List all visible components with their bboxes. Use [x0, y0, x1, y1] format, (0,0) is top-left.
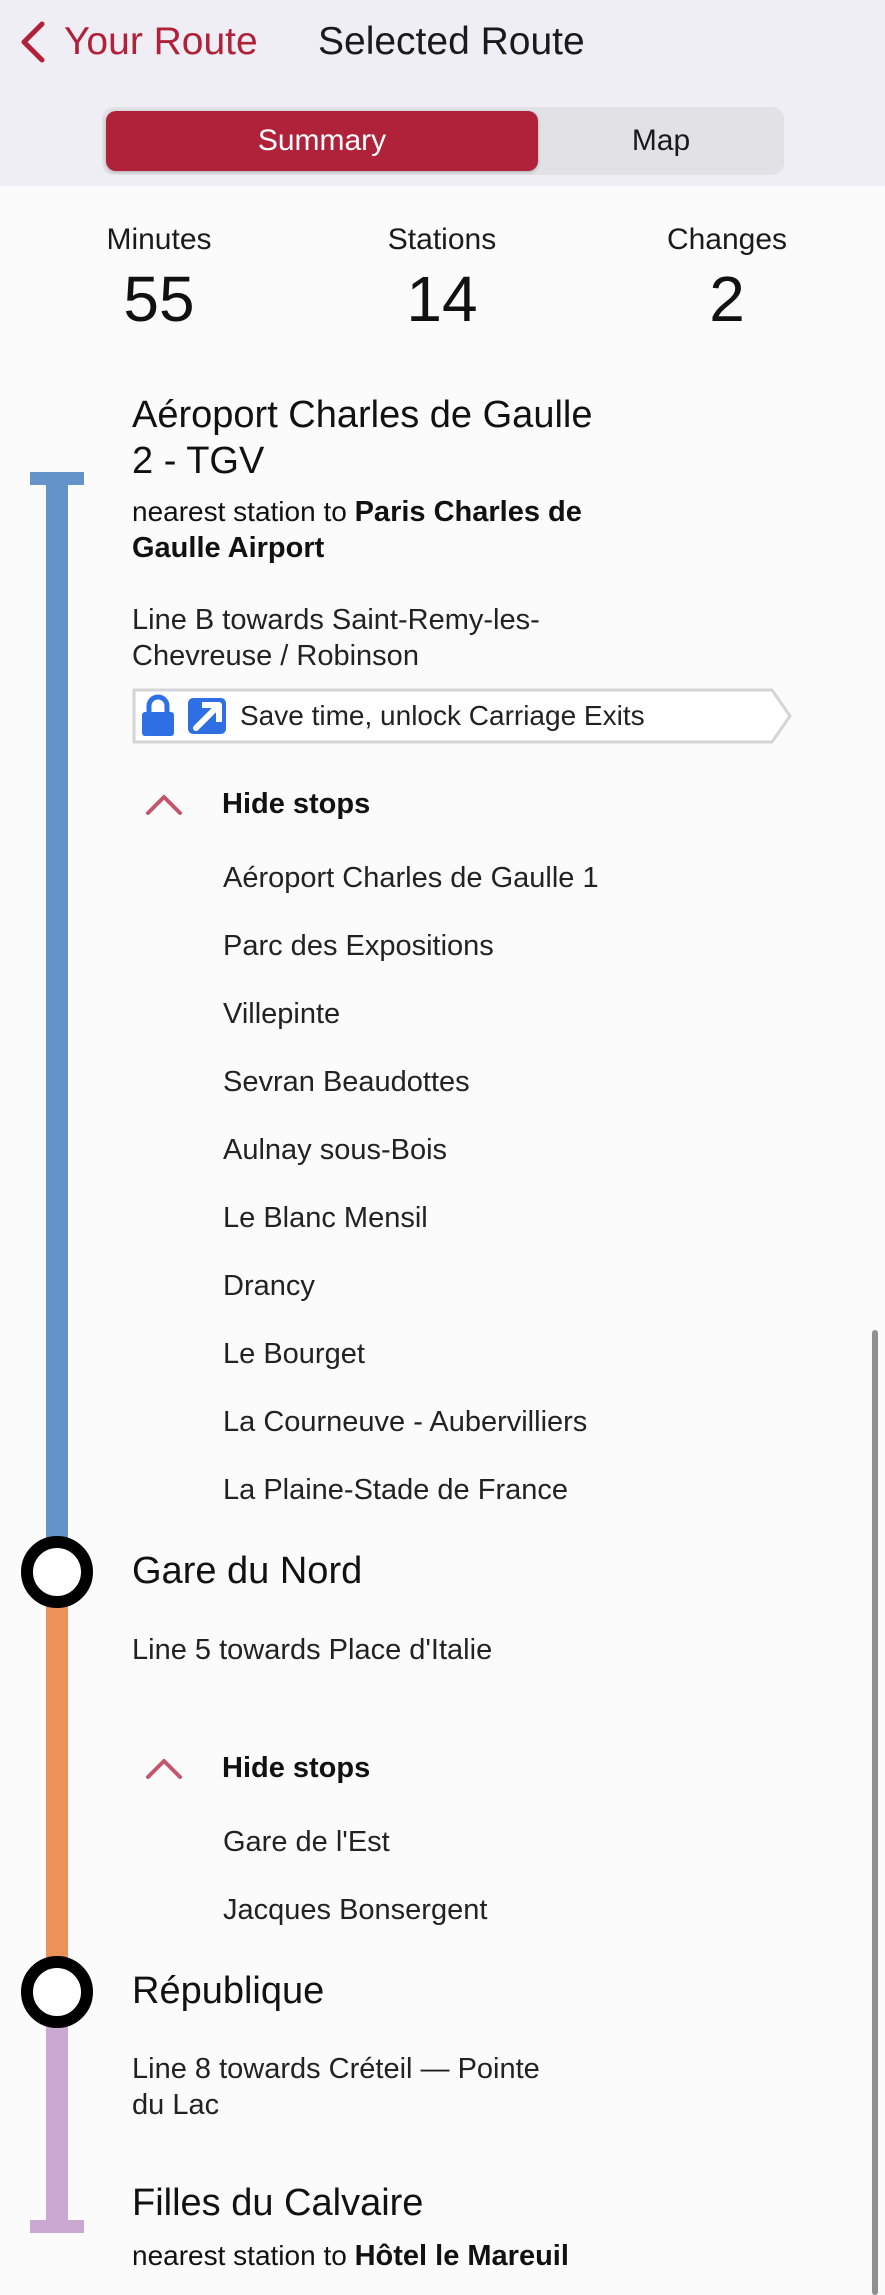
stat-value: 55 — [123, 263, 195, 335]
stat-stations: Stations 14 — [347, 220, 537, 338]
list-item: Parc des Expositions — [223, 930, 494, 962]
origin-nearest: nearest station to Paris Charles de — [132, 494, 582, 530]
stat-label: Minutes — [106, 223, 212, 256]
change-node-republique — [21, 1956, 93, 2028]
origin-line-info-2: Chevreuse / Robinson — [132, 640, 419, 672]
list-item: Villepinte — [223, 998, 341, 1030]
change-station-name: Gare du Nord — [132, 1550, 363, 1592]
view-segmented-control: Summary Map — [102, 107, 784, 175]
navigation-header: Your Route Selected Route Summary Map — [0, 0, 885, 186]
lock-icon — [142, 694, 174, 736]
promo-label: Save time, unlock Carriage Exits — [240, 700, 645, 731]
list-item: Gare de l'Est — [223, 1826, 390, 1858]
nearest-place: Hôtel le Mareuil — [354, 2240, 569, 2272]
nearest-place: Paris Charles de — [354, 496, 582, 528]
origin-station-name-2: 2 - TGV — [132, 440, 265, 482]
stat-minutes: Minutes 55 — [64, 220, 254, 338]
destination-station-name: Filles du Calvaire — [132, 2182, 424, 2224]
arrow-up-right-icon — [188, 698, 226, 734]
route-line-8 — [46, 1992, 68, 2232]
hide-stops-toggle[interactable]: Hide stops — [140, 782, 370, 826]
change-line-info-2: du Lac — [132, 2089, 220, 2121]
tab-map[interactable]: Map — [542, 111, 780, 171]
origin-nearest-2: Gaulle Airport — [132, 530, 324, 566]
list-item: Le Bourget — [223, 1338, 365, 1370]
stat-value: 14 — [406, 263, 478, 335]
route-line-5 — [46, 1572, 68, 1992]
nearest-place-2: Gaulle Airport — [132, 532, 325, 564]
list-item: Sevran Beaudottes — [223, 1066, 470, 1098]
tab-summary[interactable]: Summary — [106, 111, 538, 171]
list-item: Jacques Bonsergent — [223, 1894, 488, 1926]
back-button[interactable]: Your Route — [18, 16, 258, 68]
chevron-left-icon — [21, 21, 45, 63]
change-node-gare-du-nord — [21, 1536, 93, 1608]
list-item: La Plaine-Stade de France — [223, 1474, 568, 1506]
hide-stops-label: Hide stops — [222, 1751, 371, 1784]
list-item: Aéroport Charles de Gaulle 1 — [223, 862, 599, 894]
list-item: Drancy — [223, 1270, 315, 1302]
stat-label: Stations — [387, 223, 497, 256]
route-line-b — [46, 472, 68, 1572]
scrollbar[interactable] — [872, 1330, 878, 2295]
nearest-prefix: nearest station to — [132, 496, 347, 527]
stat-value: 2 — [709, 263, 745, 335]
origin-station-name: Aéroport Charles de Gaulle — [132, 394, 593, 436]
change-station-name: République — [132, 1970, 325, 2012]
stat-label: Changes — [666, 223, 788, 256]
page-title: Selected Route — [318, 20, 585, 63]
change-line-info: Line 5 towards Place d'Italie — [132, 1634, 493, 1666]
list-item: Aulnay sous-Bois — [223, 1134, 448, 1166]
chevron-up-icon — [146, 795, 182, 815]
hide-stops-toggle[interactable]: Hide stops — [140, 1746, 370, 1790]
destination-nearest: nearest station to Hôtel le Mareuil — [132, 2238, 569, 2274]
list-item: Le Blanc Mensil — [223, 1202, 428, 1234]
nearest-prefix: nearest station to — [132, 2240, 347, 2271]
change-line-info: Line 8 towards Créteil — Pointe — [132, 2053, 540, 2085]
carriage-exits-promo-button[interactable]: Save time, unlock Carriage Exits — [132, 688, 792, 744]
chevron-up-icon — [146, 1759, 182, 1779]
list-item: La Courneuve - Aubervilliers — [223, 1406, 588, 1438]
route-end-cap — [30, 2220, 84, 2233]
back-label: Your Route — [64, 20, 258, 63]
hide-stops-label: Hide stops — [222, 787, 371, 820]
origin-line-info: Line B towards Saint-Remy-les- — [132, 604, 540, 636]
stat-changes: Changes 2 — [632, 220, 822, 338]
